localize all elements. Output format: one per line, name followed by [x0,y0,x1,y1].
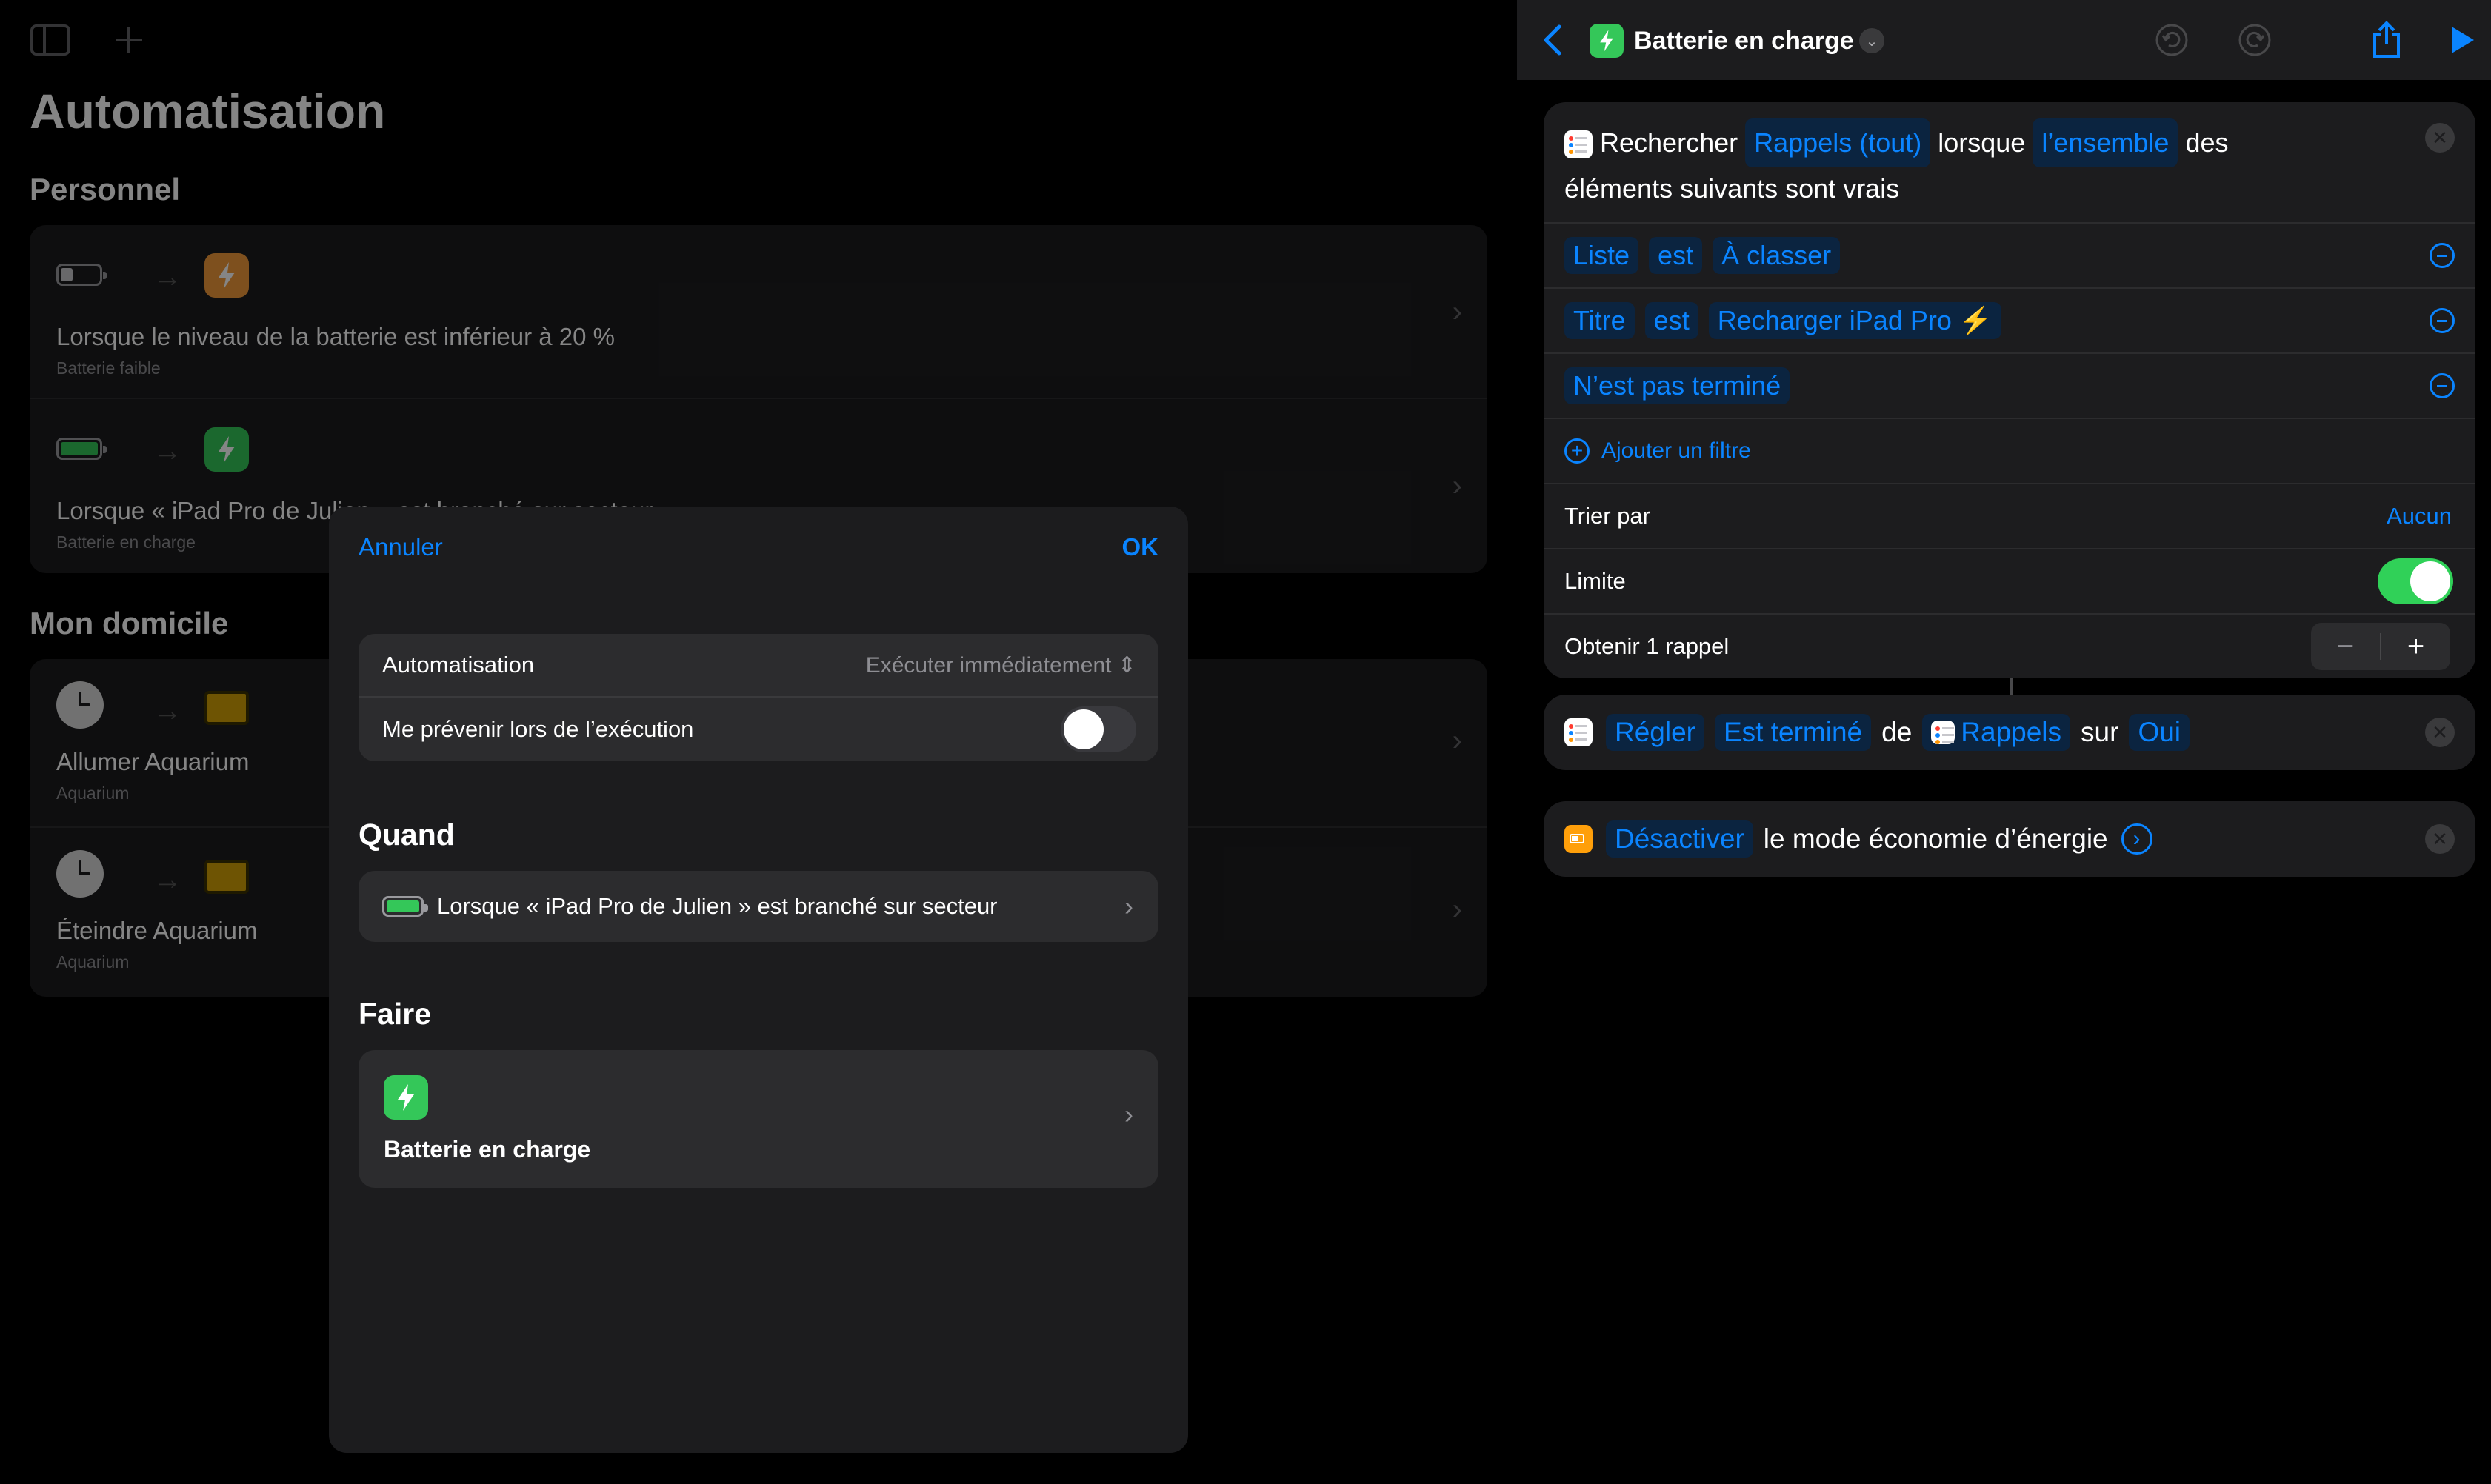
cancel-button[interactable]: Annuler [359,533,443,561]
do-header: Faire [359,997,431,1031]
quantifier-chip[interactable]: l’ensemble [2033,118,2178,167]
set-verb-chip[interactable]: Régler [1606,714,1704,751]
entity-chip[interactable]: Rappels (tout) [1745,118,1931,167]
value-chip[interactable]: Oui [2129,714,2190,751]
when-group: Lorsque « iPad Pro de Julien » est branc… [359,871,1158,942]
filter-value-chip[interactable]: Recharger iPad Pro ⚡️ [1708,302,2001,339]
limit-row: Limite [1544,548,2475,613]
find-verb: Rechercher [1600,127,1738,158]
property-chip[interactable]: Est terminé [1715,714,1872,751]
reminders-app-icon [1931,721,1955,744]
set-of: de [1881,717,1913,747]
find-reminders-action: Rechercher Rappels (tout) lorsque l’ense… [1544,102,2475,678]
automation-edit-sheet: Annuler OK Automatisation Exécuter imméd… [329,507,1188,1453]
run-play-icon[interactable] [2441,19,2483,61]
chevron-right-icon: › [1124,1099,1133,1129]
title-menu-chevron-icon[interactable]: ⌄ [1859,28,1884,53]
add-filter-label: Ajouter un filtre [1601,438,1751,463]
filter-field-chip[interactable]: Titre [1564,302,1635,339]
automation-mode-row[interactable]: Automatisation Exécuter immédiatement ⇕ [359,634,1158,698]
when-trigger-text: Lorsque « iPad Pro de Julien » est branc… [437,893,998,919]
when-trigger-row[interactable]: Lorsque « iPad Pro de Julien » est branc… [359,871,1158,942]
power-line: Désactiver le mode économie d’énergie › … [1544,801,2475,877]
count-row: Obtenir 1 rappel − + [1544,613,2475,678]
action-connector [2010,678,2013,695]
chevron-up-down-icon: ⇕ [1117,652,1136,678]
do-shortcut-name: Batterie en charge [384,1136,591,1163]
sort-label: Trier par [1564,503,1650,529]
find-header: Rechercher Rappels (tout) lorsque l’ense… [1544,102,2475,222]
increment-button[interactable]: + [2381,623,2450,670]
shortcut-title[interactable]: Batterie en charge [1634,27,1854,56]
power-text: le mode économie d’énergie [1763,823,2108,854]
filter-value-chip[interactable]: À classer [1713,237,1841,274]
target-chip[interactable]: Rappels [1922,714,2071,751]
do-group[interactable]: Batterie en charge › [359,1050,1158,1188]
expand-chevron-icon[interactable]: › [2121,823,2152,855]
remove-filter-icon[interactable] [2430,373,2455,398]
filter-operator-chip[interactable]: est [1649,237,1703,274]
remove-action-icon[interactable]: ✕ [2425,718,2455,747]
share-icon[interactable] [2366,19,2407,61]
battery-charging-icon [382,896,428,917]
count-stepper[interactable]: − + [2311,623,2450,670]
editor-toolbar: Batterie en charge ⌄ [1517,0,2491,80]
set-line: Régler Est terminé de Rappels sur Oui ✕ [1544,695,2475,770]
remove-action-icon[interactable]: ✕ [2425,824,2455,854]
remove-filter-icon[interactable] [2430,308,2455,333]
add-filter-row[interactable]: + Ajouter un filtre [1544,418,2475,483]
reminders-app-icon [1564,130,1593,159]
bolt-icon [384,1075,428,1120]
automation-mode-value[interactable]: Exécuter immédiatement ⇕ [866,652,1136,678]
automation-mode-label: Automatisation [382,652,535,678]
settings-group: Automatisation Exécuter immédiatement ⇕ … [359,634,1158,761]
filter-row: Liste est À classer [1544,222,2475,287]
filter-field-chip[interactable]: Liste [1564,237,1639,274]
find-line2: éléments suivants sont vrais [1564,173,1900,204]
notify-toggle[interactable] [1061,706,1136,752]
filter-row: Titre est Recharger iPad Pro ⚡️ [1544,287,2475,352]
add-circle-icon: + [1564,438,1590,464]
filter-field-chip[interactable]: N’est pas terminé [1564,367,1790,404]
sort-row[interactable]: Trier par Aucun [1544,483,2475,548]
filter-operator-chip[interactable]: est [1644,302,1698,339]
chevron-right-icon: › [1124,891,1133,921]
redo-icon[interactable] [2234,19,2275,61]
find-tail: des [2185,127,2229,158]
shortcut-bolt-icon [1590,24,1624,58]
set-reminder-action: Régler Est terminé de Rappels sur Oui ✕ [1544,695,2475,770]
sort-value[interactable]: Aucun [2387,503,2452,529]
decrement-button[interactable]: − [2311,623,2380,670]
limit-toggle[interactable] [2378,558,2453,604]
find-when: lorsque [1938,127,2026,158]
power-verb-chip[interactable]: Désactiver [1606,820,1753,858]
remove-action-icon[interactable]: ✕ [2425,123,2455,153]
low-power-action: Désactiver le mode économie d’énergie › … [1544,801,2475,877]
low-power-icon [1564,825,1593,853]
back-chevron-icon[interactable] [1532,19,1573,61]
notify-row: Me prévenir lors de l’exécution [359,698,1158,761]
shortcut-editor-pane: Batterie en charge ⌄ Rechercher Rappels … [1517,0,2491,1484]
count-label: Obtenir 1 rappel [1564,633,1730,659]
reminders-app-icon [1564,718,1593,746]
notify-label: Me prévenir lors de l’exécution [382,716,694,742]
remove-filter-icon[interactable] [2430,243,2455,268]
ok-button[interactable]: OK [1122,533,1159,561]
set-to: sur [2081,717,2119,747]
undo-icon[interactable] [2151,19,2192,61]
limit-label: Limite [1564,568,1626,594]
when-header: Quand [359,818,455,852]
filter-row: N’est pas terminé [1544,352,2475,418]
